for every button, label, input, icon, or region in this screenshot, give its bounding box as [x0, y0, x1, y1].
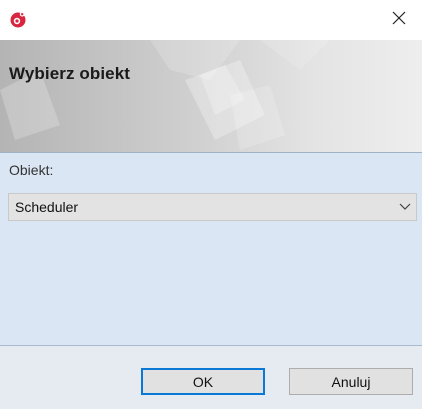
dialog-title: Wybierz obiekt — [9, 64, 131, 83]
content-panel: Obiekt: Scheduler — [0, 153, 422, 346]
cancel-button[interactable]: Anuluj — [289, 368, 413, 395]
button-bar: OK Anuluj — [0, 346, 422, 409]
close-button[interactable] — [376, 0, 422, 40]
object-label: Obiekt: — [9, 162, 54, 178]
banner-decoration — [0, 40, 330, 150]
chevron-down-icon[interactable] — [394, 194, 416, 220]
dialog-window: Wybierz obiekt Obiekt: Scheduler OK Anul… — [0, 0, 422, 409]
close-icon — [392, 11, 406, 30]
app-logo-icon — [9, 10, 27, 28]
ok-button[interactable]: OK — [141, 368, 265, 395]
title-bar — [0, 0, 422, 40]
header-banner: Wybierz obiekt — [0, 40, 422, 153]
object-select-value: Scheduler — [15, 199, 79, 215]
object-select[interactable]: Scheduler — [8, 193, 417, 221]
